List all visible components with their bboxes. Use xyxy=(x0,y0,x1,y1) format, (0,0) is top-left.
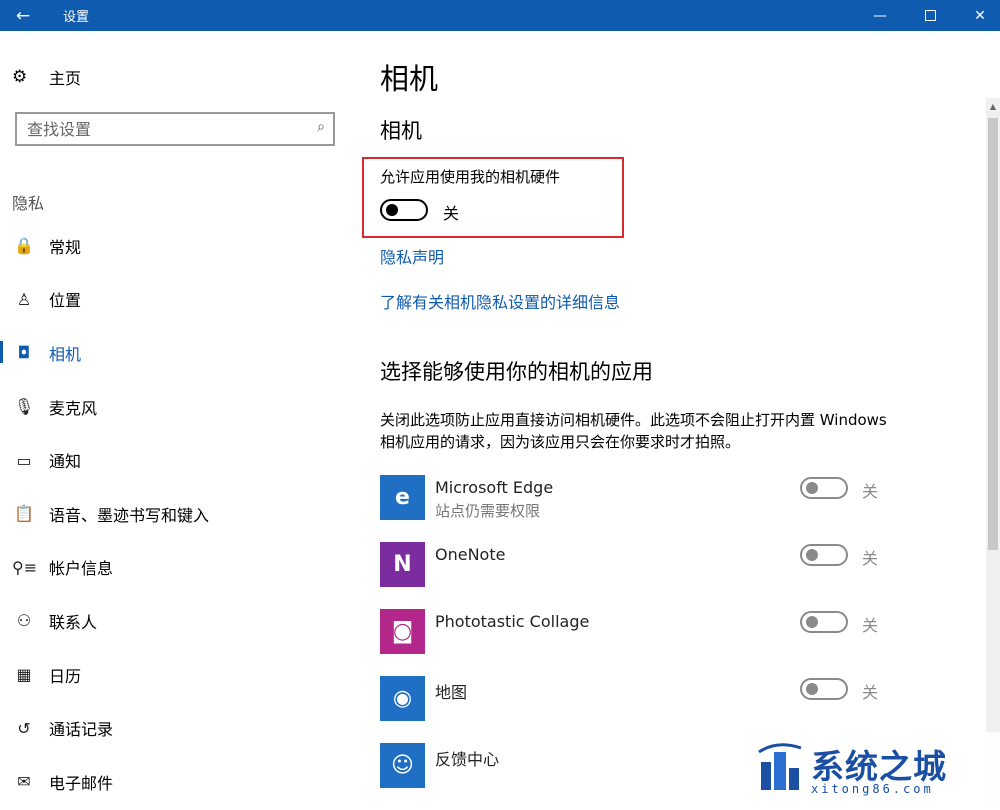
camera-icon: ◘ xyxy=(17,343,31,363)
camera-privacy-details-link[interactable]: 了解有关相机隐私设置的详细信息 xyxy=(380,289,620,313)
microphone-icon: 🎙 xyxy=(13,397,35,417)
sidebar-item[interactable]: ▭ 通知 xyxy=(0,433,350,487)
master-toggle-state: 关 xyxy=(443,204,460,223)
calendar-icon: ▦ xyxy=(16,665,32,685)
page-title: 相机 xyxy=(380,62,439,96)
gear-icon: ⚙ xyxy=(12,67,28,87)
sidebar-item-label: 位置 xyxy=(49,291,82,311)
sidebar-item[interactable]: 📋 语音、墨迹书写和键入 xyxy=(0,487,350,541)
onenote-icon: N xyxy=(380,542,425,587)
privacy-statement-link[interactable]: 隐私声明 xyxy=(380,244,444,268)
city-logo-icon xyxy=(758,743,802,790)
camera-master-toggle[interactable] xyxy=(380,199,428,221)
apps-description: 关闭此选项防止应用直接访问相机硬件。此选项不会阻止打开内置 Windows 相机… xyxy=(380,411,887,451)
search-icon[interactable]: ⌕ xyxy=(317,119,325,135)
app-toggle-state: 关 xyxy=(862,549,879,568)
sidebar-item-label: 相机 xyxy=(49,344,82,364)
watermark-url: xitong86.com xyxy=(811,782,934,796)
app-toggle-state: 关 xyxy=(862,683,879,702)
sidebar-item[interactable]: 🔒 常规 xyxy=(0,219,350,273)
watermark: 系统之城 xitong86.com xyxy=(745,732,1000,803)
watermark-title: 系统之城 xyxy=(811,747,947,786)
close-icon: ✕ xyxy=(974,7,986,24)
sidebar-item[interactable]: ⚲≡ 帐户信息 xyxy=(0,541,350,595)
clipboard-icon: 📋 xyxy=(14,504,34,524)
app-name: Microsoft Edge xyxy=(435,478,554,497)
sidebar-item[interactable]: ◘ 相机 xyxy=(0,326,350,380)
window-title: 设置 xyxy=(63,10,90,25)
mail-icon: ✉ xyxy=(17,772,31,792)
apps-section-title: 选择能够使用你的相机的应用 xyxy=(380,360,653,384)
contacts-icon: ⚇ xyxy=(16,611,32,631)
phototastic-icon: ◙ xyxy=(380,609,425,654)
app-row: ◙ Phototastic Collage 关 xyxy=(380,609,880,676)
app-camera-toggle[interactable] xyxy=(800,611,848,633)
home-label: 主页 xyxy=(49,69,82,88)
sidebar-item[interactable]: ⚇ 联系人 xyxy=(0,594,350,648)
sidebar-item-label: 联系人 xyxy=(49,612,98,632)
app-toggle-state: 关 xyxy=(862,616,879,635)
maximize-button[interactable] xyxy=(905,0,955,31)
home-nav-item[interactable]: ⚙ 主页 xyxy=(12,65,81,89)
section-title: 相机 xyxy=(380,119,422,143)
sidebar-item[interactable]: ▦ 日历 xyxy=(0,648,350,702)
sidebar-item[interactable]: 🎙 麦克风 xyxy=(0,380,350,434)
sidebar: ⚙ 主页 ⌕ 隐私 🔒 常规 ♙ 位置 ◘ 相机 🎙 麦克风 ▭ 通知 📋 语音、墨迹书写和键入 ⚲≡ 帐… xyxy=(0,31,350,803)
close-button[interactable]: ✕ xyxy=(955,0,1000,31)
app-subtitle: 站点仍需要权限 xyxy=(435,502,541,520)
search-input[interactable] xyxy=(17,114,297,144)
back-button[interactable]: ← xyxy=(0,0,46,31)
group-label-privacy: 隐私 xyxy=(12,194,45,213)
minimize-button[interactable]: — xyxy=(855,0,905,31)
feedback-hub-icon: ☺ xyxy=(380,743,425,788)
app-name: 地图 xyxy=(435,683,468,702)
account-info-icon: ⚲≡ xyxy=(12,557,38,577)
sidebar-item-label: 帐户信息 xyxy=(49,559,114,579)
main-content: 相机 相机 允许应用使用我的相机硬件 关 隐私声明 了解有关相机隐私设置的详细信… xyxy=(362,31,980,803)
sidebar-item[interactable]: ↺ 通话记录 xyxy=(0,701,350,755)
toggle-knob xyxy=(806,549,818,561)
app-toggle-state: 关 xyxy=(862,482,879,501)
sidebar-item-label: 常规 xyxy=(49,237,82,257)
toggle-knob xyxy=(806,482,818,494)
app-row: N OneNote 关 xyxy=(380,542,880,609)
sidebar-item-label: 语音、墨迹书写和键入 xyxy=(49,505,210,525)
sidebar-item-label: 电子邮件 xyxy=(49,773,114,793)
location-person-icon: ♙ xyxy=(16,289,32,309)
toggle-knob xyxy=(806,616,818,628)
call-history-icon: ↺ xyxy=(17,718,31,738)
scrollbar-thumb[interactable] xyxy=(988,118,998,550)
app-name: 反馈中心 xyxy=(435,750,500,769)
privacy-nav-list: 🔒 常规 ♙ 位置 ◘ 相机 🎙 麦克风 ▭ 通知 📋 语音、墨迹书写和键入 ⚲≡ 帐户信息 ⚇ 联系人 ▦ 日历… xyxy=(0,219,350,809)
sidebar-item-label: 通知 xyxy=(49,452,82,472)
edge-icon: e xyxy=(380,475,425,520)
app-name: Phototastic Collage xyxy=(435,612,590,631)
toggle-knob xyxy=(386,204,398,216)
sidebar-item-label: 麦克风 xyxy=(49,398,98,418)
minimize-icon: — xyxy=(873,7,887,24)
notification-icon: ▭ xyxy=(16,450,32,470)
back-arrow-icon: ← xyxy=(15,5,31,26)
sidebar-item[interactable]: ♙ 位置 xyxy=(0,273,350,327)
app-camera-toggle[interactable] xyxy=(800,678,848,700)
lock-icon: 🔒 xyxy=(14,236,34,256)
app-camera-toggle[interactable] xyxy=(800,477,848,499)
master-toggle-label: 允许应用使用我的相机硬件 xyxy=(380,168,561,186)
search-box: ⌕ xyxy=(15,112,335,146)
sidebar-item-label: 通话记录 xyxy=(49,720,114,740)
app-row: e Microsoft Edge 站点仍需要权限 关 xyxy=(380,475,880,542)
scrollbar[interactable]: ▲ xyxy=(986,98,1000,803)
toggle-knob xyxy=(806,683,818,695)
title-bar: ← 设置 — ✕ xyxy=(0,0,1000,31)
sidebar-item-label: 日历 xyxy=(49,666,82,686)
maps-icon: ◉ xyxy=(380,676,425,721)
maximize-icon xyxy=(924,10,936,21)
app-camera-toggle[interactable] xyxy=(800,544,848,566)
app-name: OneNote xyxy=(435,545,506,564)
scroll-up-icon[interactable]: ▲ xyxy=(986,98,1000,116)
sidebar-item[interactable]: ✉ 电子邮件 xyxy=(0,755,350,809)
